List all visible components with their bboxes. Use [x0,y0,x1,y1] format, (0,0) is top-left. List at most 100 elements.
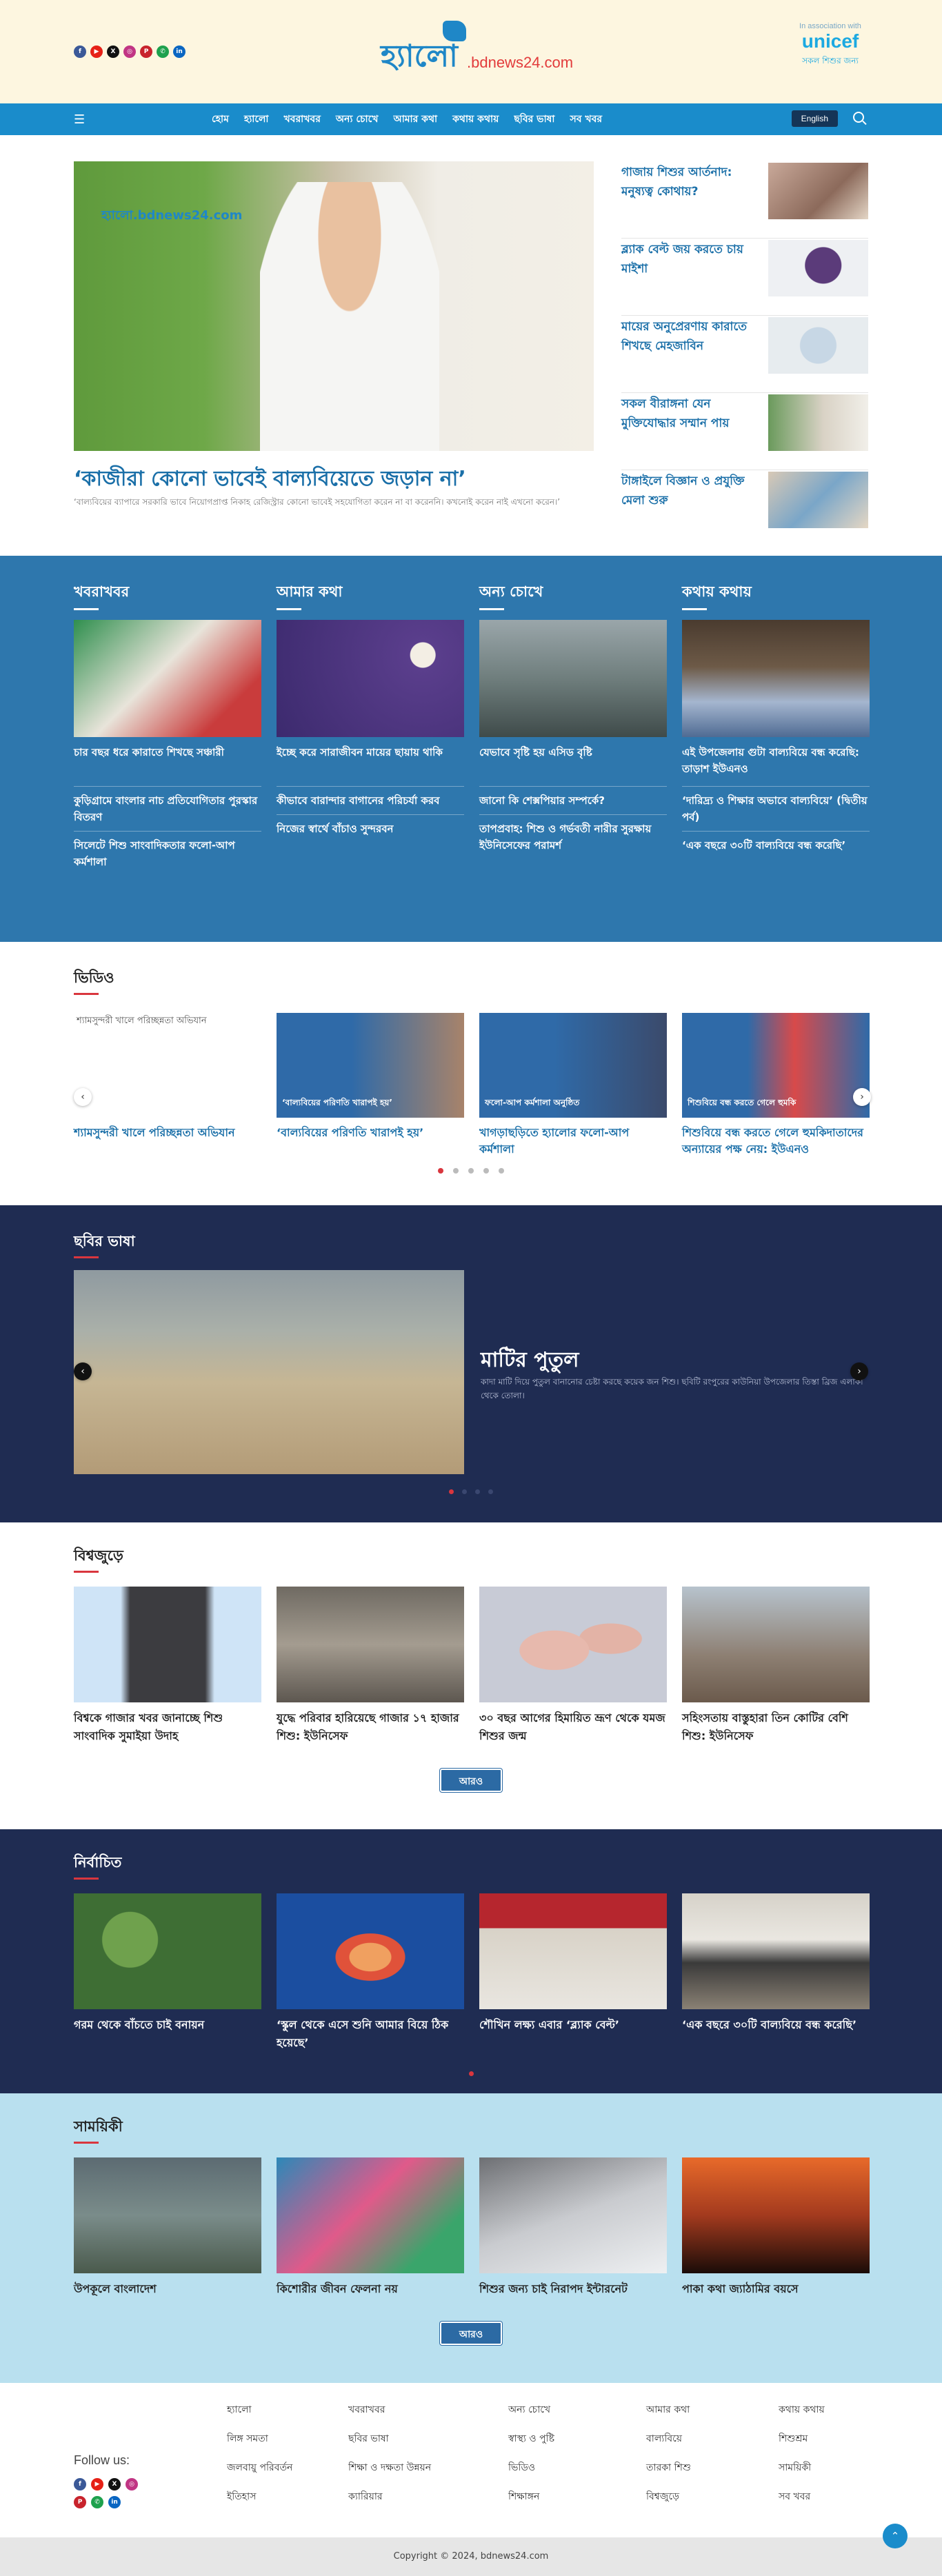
instagram-icon[interactable]: ◎ [126,2478,138,2491]
video-card[interactable]: শিশুবিয়ে বন্ধ করতে গেলে হুমকি শিশুবিয়ে… [682,1013,870,1158]
footer-link[interactable]: ক্যারিয়ার [348,2489,508,2504]
side-news-thumbnail[interactable] [768,317,868,374]
nav-item-hello[interactable]: হ্যালো [244,111,269,128]
category-link[interactable]: কীভাবে বারান্দার বাগানের পরিচর্যা করব [277,792,464,815]
periodic-card-title[interactable]: পাকা কথা জ্যাঠামির বয়সে [682,2280,870,2298]
category-heading[interactable]: অন্য চোখে [479,581,667,610]
selected-card-title[interactable]: ‘স্কুল থেকে এসে শুনি আমার বিয়ে ঠিক হয়ে… [277,2016,464,2052]
whatsapp-icon[interactable]: ✆ [91,2496,103,2508]
periodic-card-title[interactable]: কিশোরীর জীবন ফেলনা নয় [277,2280,464,2298]
category-image[interactable] [479,620,667,737]
nav-item-other-eyes[interactable]: অন্য চোখে [336,111,379,128]
pagination-dot[interactable] [475,1489,480,1494]
pagination-dot[interactable] [468,2071,474,2076]
periodic-more-button[interactable]: আরও [440,2322,502,2345]
category-link[interactable]: কুড়িগ্রামে বাংলার নাচ প্রতিযোগিতার পুরস… [74,792,261,832]
periodic-card[interactable]: উপকূলে বাংলাদেশ [74,2157,261,2298]
periodic-card[interactable]: শিশুর জন্য চাই নিরাপদ ইন্টারনেট [479,2157,667,2298]
footer-link[interactable]: স্বাস্থ্য ও পুষ্টি [508,2431,646,2446]
pinterest-icon[interactable]: P [74,2496,86,2508]
pagination-dot[interactable] [483,1168,489,1174]
video-caption[interactable]: খাগড়াছড়িতে হ্যালোর ফলো-আপ কর্মশালা [479,1125,667,1158]
category-link[interactable]: ‘এক বছরে ৩০টি বাল্যবিয়ে বন্ধ করেছি’ [682,837,870,859]
world-card-title[interactable]: ৩০ বছর আগের হিমায়িত ভ্রূণ থেকে যমজ শিশু… [479,1709,667,1745]
back-to-top-icon[interactable]: ⌃ [883,2524,908,2548]
pagination-dot[interactable] [462,1489,467,1494]
world-card-image[interactable] [479,1587,667,1702]
video-card[interactable]: শ্যামসুন্দরী খালে পরিচ্ছন্নতা অভিযান শ্য… [74,1013,261,1158]
world-card-title[interactable]: যুদ্ধে পরিবার হারিয়েছে গাজার ১৭ হাজার শ… [277,1709,464,1745]
nav-item-photo-language[interactable]: ছবির ভাষা [514,111,554,128]
nav-item-all-news[interactable]: সব খবর [570,111,602,128]
world-card[interactable]: ৩০ বছর আগের হিমায়িত ভ্রূণ থেকে যমজ শিশু… [479,1587,667,1745]
video-thumbnail[interactable]: ফলো-আপ কর্মশালা অনুষ্ঠিত [479,1013,667,1118]
selected-card-image[interactable] [682,1893,870,2009]
footer-link[interactable]: হ্যালো [227,2402,348,2417]
category-image[interactable] [682,620,870,737]
linkedin-icon[interactable]: in [108,2496,121,2508]
category-image[interactable] [277,620,464,737]
category-lead-title[interactable]: এই উপজেলায় গুটা বাল্যবিয়ে বন্ধ করেছি: … [682,744,870,787]
side-news-thumbnail[interactable] [768,394,868,451]
pagination-dot[interactable] [453,1168,459,1174]
footer-link[interactable]: খবরাখবর [348,2402,508,2417]
selected-card-image[interactable] [479,1893,667,2009]
category-lead-title[interactable]: চার বছর ধরে কারাতে শিখছে সঞ্চারী [74,744,261,787]
english-language-button[interactable]: English [791,110,838,127]
side-news-item[interactable]: ব্ল্যাক বেল্ট জয় করতে চায় মাইশা [621,239,868,316]
footer-link[interactable]: সব খবর [779,2489,882,2504]
category-lead-title[interactable]: ইচ্ছে করে সারাজীবন মায়ের ছায়ায় থাকি [277,744,464,787]
nav-item-conversation[interactable]: কথায় কথায় [452,111,499,128]
nav-item-news[interactable]: খবরাখবর [283,111,320,128]
video-thumbnail[interactable]: ‘বাল্যবিয়ের পরিণতি খারাপই হয়’ [277,1013,464,1118]
selected-card-image[interactable] [277,1893,464,2009]
side-news-thumbnail[interactable] [768,163,868,219]
category-heading[interactable]: খবরাখবর [74,581,261,610]
video-thumbnail-broken[interactable]: শ্যামসুন্দরী খালে পরিচ্ছন্নতা অভিযান [74,1013,261,1118]
world-card[interactable]: সহিংসতায় বাস্তুহারা তিন কোটির বেশি শিশু… [682,1587,870,1745]
video-card[interactable]: ফলো-আপ কর্মশালা অনুষ্ঠিত খাগড়াছড়িতে হ্… [479,1013,667,1158]
instagram-icon[interactable]: ◎ [123,46,136,58]
pagination-dot[interactable] [499,1168,504,1174]
periodic-card[interactable]: পাকা কথা জ্যাঠামির বয়সে [682,2157,870,2298]
x-icon[interactable]: X [107,46,119,58]
periodic-card-image[interactable] [277,2157,464,2273]
footer-link[interactable]: অন্য চোখে [508,2402,646,2417]
photo-slide-image[interactable] [74,1270,464,1474]
side-news-item[interactable]: গাজায় শিশুর আর্তনাদ: মনুষ্যত্ব কোথায়? [621,161,868,239]
video-thumbnail[interactable]: শিশুবিয়ে বন্ধ করতে গেলে হুমকি [682,1013,870,1118]
footer-link[interactable]: ছবির ভাষা [348,2431,508,2446]
selected-card-image[interactable] [74,1893,261,2009]
video-caption[interactable]: শিশুবিয়ে বন্ধ করতে গেলে হুমকিদাতাদের অন… [682,1125,870,1158]
footer-link[interactable]: ভিডিও [508,2460,646,2475]
side-news-title[interactable]: ব্ল্যাক বেল্ট জয় করতে চায় মাইশা [621,240,766,279]
side-news-item[interactable]: সকল বীরাঙ্গনা যেন মুক্তিযোদ্ধার সম্মান প… [621,393,868,470]
youtube-icon[interactable]: ▶ [91,2478,103,2491]
side-news-title[interactable]: মায়ের অনুপ্রেরণায় কারাতে শিখছে মেহজাবি… [621,317,766,356]
selected-card[interactable]: ‘এক বছরে ৩০টি বাল্যবিয়ে বন্ধ করেছি’ [682,1893,870,2052]
periodic-card-title[interactable]: উপকূলে বাংলাদেশ [74,2280,261,2298]
photo-next-arrow-icon[interactable]: › [850,1362,868,1380]
periodic-card-image[interactable] [479,2157,667,2273]
category-link[interactable]: জানো কি শেক্সপিয়ার সম্পর্কে? [479,792,667,815]
video-next-arrow-icon[interactable]: › [853,1088,871,1106]
lead-image[interactable]: হ্যালো.bdnews24.com [74,161,594,451]
footer-link[interactable]: শিক্ষাঙ্গন [508,2489,646,2504]
periodic-card-image[interactable] [74,2157,261,2273]
footer-link[interactable]: ইতিহাস [227,2489,348,2504]
nav-item-my-words[interactable]: আমার কথা [393,111,437,128]
footer-link[interactable]: বিশ্বজুড়ে [646,2489,779,2504]
video-card[interactable]: ‘বাল্যবিয়ের পরিণতি খারাপই হয়’ ‘বাল্যবি… [277,1013,464,1158]
footer-link[interactable]: কথায় কথায় [779,2402,882,2417]
youtube-icon[interactable]: ▶ [90,46,103,58]
category-heading[interactable]: কথায় কথায় [682,581,870,610]
facebook-icon[interactable]: f [74,2478,86,2491]
photo-slide-title[interactable]: মাটির পুতুল [481,1343,579,1378]
x-icon[interactable]: X [108,2478,121,2491]
side-news-title[interactable]: সকল বীরাঙ্গনা যেন মুক্তিযোদ্ধার সম্মান প… [621,394,766,433]
photo-prev-arrow-icon[interactable]: ‹ [74,1362,92,1380]
world-more-button[interactable]: আরও [440,1769,502,1792]
world-card-title[interactable]: বিশ্বকে গাজার খবর জানাচ্ছে শিশু সাংবাদিক… [74,1709,261,1745]
footer-link[interactable]: শিক্ষা ও দক্ষতা উন্নয়ন [348,2460,508,2475]
category-lead-title[interactable]: যেভাবে সৃষ্টি হয় এসিড বৃষ্টি [479,744,667,787]
